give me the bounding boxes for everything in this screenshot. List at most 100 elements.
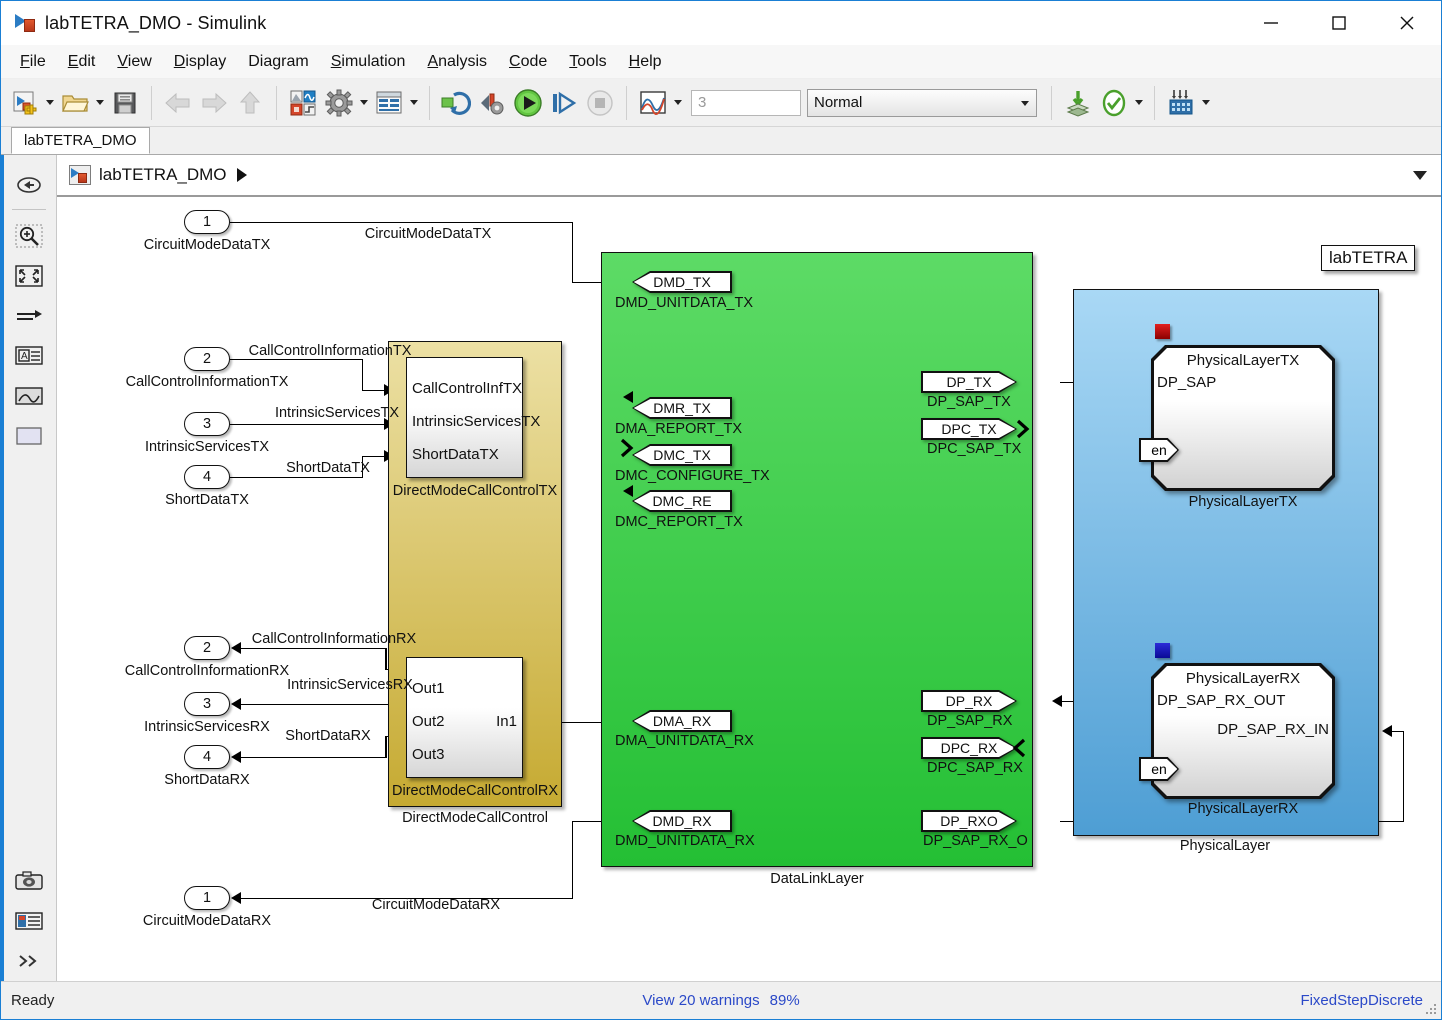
subsystem-physicallayer-caption: PhysicalLayer xyxy=(1179,838,1271,854)
new-model-dropdown-caret[interactable] xyxy=(43,83,57,123)
canvas-toolbar-rail: A xyxy=(1,155,57,981)
label-dmd-unitdata-tx: DMD_UNITDATA_TX xyxy=(615,295,754,311)
wire-ccirx-arrow xyxy=(231,642,241,654)
model-explorer-icon[interactable] xyxy=(371,83,407,123)
inport-4-shortdatatx[interactable]: 4 xyxy=(184,465,230,489)
sap-dmc-tx[interactable]: DMC_TX xyxy=(632,444,732,466)
block-physicallayertx-title: PhysicalLayerTX xyxy=(1186,352,1300,369)
minimize-button[interactable] xyxy=(1237,1,1305,45)
fit-to-view-icon[interactable] xyxy=(9,256,49,296)
step-forward-icon[interactable] xyxy=(546,83,582,123)
breadcrumb-arrow-icon[interactable] xyxy=(236,168,247,182)
scope-icon[interactable] xyxy=(635,83,671,123)
status-solver[interactable]: FixedStepDiscrete xyxy=(1300,992,1423,1009)
simulation-mode-select[interactable]: Normal xyxy=(807,88,1037,117)
enable-tag-rx[interactable]: en xyxy=(1139,757,1179,781)
outport-2-number: 2 xyxy=(202,640,212,656)
inport-1-number: 1 xyxy=(202,214,212,230)
annotation-labtetra[interactable]: labTETRA xyxy=(1321,245,1416,271)
sap-dp-rxo[interactable]: DP_RXO xyxy=(921,810,1017,832)
wire-circuitmodedatatx-h1 xyxy=(230,221,573,224)
simulink-model-icon xyxy=(15,13,37,33)
sap-dmc-re[interactable]: DMC_RE xyxy=(632,490,732,512)
status-zoom-level[interactable]: 89% xyxy=(770,992,800,1009)
inport-3-intrinsicservicestx[interactable]: 3 xyxy=(184,412,230,436)
sap-dpc-rx[interactable]: DPC_RX xyxy=(921,737,1017,759)
label-dmd-unitdata-rx: DMD_UNITDATA_RX xyxy=(615,833,755,849)
simulation-mode-value: Normal xyxy=(814,94,863,111)
model-explorer-dropdown-caret[interactable] xyxy=(407,83,421,123)
camera-icon[interactable] xyxy=(9,861,49,901)
menu-tools[interactable]: Tools xyxy=(558,49,617,75)
save-icon[interactable] xyxy=(107,83,143,123)
update-model-icon[interactable] xyxy=(438,83,474,123)
outport-3-intrinsicservicesrx[interactable]: 3 xyxy=(184,692,230,716)
gear-icon[interactable] xyxy=(321,83,357,123)
breadcrumb-dropdown-caret[interactable] xyxy=(1413,171,1427,180)
outport-2-callcontrolinformationrx[interactable]: 2 xyxy=(184,636,230,660)
label-dma-unitdata-rx: DMA_UNITDATA_RX xyxy=(615,733,754,749)
inport-1-circuitmodedatatx[interactable]: 1 xyxy=(184,210,230,234)
more-chevron-icon[interactable] xyxy=(9,941,49,981)
open-dropdown-caret[interactable] xyxy=(93,83,107,123)
tab-labtetra-dmo[interactable]: labTETRA_DMO xyxy=(11,127,150,154)
up-arrow-icon[interactable] xyxy=(232,83,268,123)
data-inspector-dropdown-caret[interactable] xyxy=(1199,83,1213,123)
forward-arrow-icon[interactable] xyxy=(196,83,232,123)
image-icon[interactable] xyxy=(9,376,49,416)
navigate-back-icon[interactable] xyxy=(9,165,49,205)
build-model-icon[interactable] xyxy=(1060,83,1096,123)
gear-dropdown-caret[interactable] xyxy=(357,83,371,123)
library-browser-icon[interactable] xyxy=(285,83,321,123)
zoom-in-icon[interactable] xyxy=(9,216,49,256)
sap-dmr-tx[interactable]: DMR_TX xyxy=(632,397,732,419)
maximize-button[interactable] xyxy=(1305,1,1373,45)
sap-dp-tx[interactable]: DP_TX xyxy=(921,371,1017,393)
port-out1: Out1 xyxy=(412,680,445,697)
sap-dmd-rx[interactable]: DMD_RX xyxy=(632,810,732,832)
menu-edit[interactable]: Edit xyxy=(57,49,107,75)
menu-display[interactable]: Display xyxy=(163,49,237,75)
stop-icon[interactable] xyxy=(582,83,618,123)
signal-route-icon[interactable] xyxy=(9,296,49,336)
check-model-dropdown-caret[interactable] xyxy=(1132,83,1146,123)
model-info-icon[interactable] xyxy=(9,901,49,941)
port-in1: In1 xyxy=(496,713,517,730)
enable-tag-tx[interactable]: en xyxy=(1139,438,1179,462)
outport-1-circuitmodedatarx[interactable]: 1 xyxy=(184,886,230,910)
outport-4-shortdatarx[interactable]: 4 xyxy=(184,745,230,769)
annotation-icon[interactable]: A xyxy=(9,336,49,376)
menu-view[interactable]: View xyxy=(106,49,162,75)
check-model-icon[interactable] xyxy=(1096,83,1132,123)
menu-help[interactable]: Help xyxy=(618,49,673,75)
chevron-down-icon xyxy=(1021,100,1029,106)
inport-2-callcontrolinformationtx[interactable]: 2 xyxy=(184,347,230,371)
sap-dmd-tx[interactable]: DMD_TX xyxy=(632,271,732,293)
close-button[interactable] xyxy=(1373,1,1441,45)
menu-simulation[interactable]: Simulation xyxy=(320,49,417,75)
data-inspector-icon[interactable] xyxy=(1163,83,1199,123)
resize-grip[interactable] xyxy=(1424,1002,1438,1016)
outport-4-label: ShortDataRX xyxy=(164,772,250,788)
port-shortdatatx: ShortDataTX xyxy=(412,446,499,463)
menu-file[interactable]: File xyxy=(9,49,57,75)
scope-dropdown-caret[interactable] xyxy=(671,83,685,123)
back-arrow-icon[interactable] xyxy=(160,83,196,123)
area-icon[interactable] xyxy=(9,416,49,456)
menu-diagram[interactable]: Diagram xyxy=(237,49,319,75)
sap-dma-rx[interactable]: DMA_RX xyxy=(632,710,732,732)
breadcrumb-path[interactable]: labTETRA_DMO xyxy=(99,165,227,185)
label-dp-sap-rx-o: DP_SAP_RX_O xyxy=(923,833,1028,849)
menu-analysis[interactable]: Analysis xyxy=(416,49,498,75)
stop-time-input[interactable] xyxy=(691,89,801,116)
sap-dpc-tx[interactable]: DPC_TX xyxy=(921,418,1017,440)
menu-code[interactable]: Code xyxy=(498,49,558,75)
open-folder-icon[interactable] xyxy=(57,83,93,123)
wire-circuitmodedatatx-v xyxy=(571,221,574,283)
status-warnings-link[interactable]: View 20 warnings xyxy=(642,992,759,1009)
fast-restart-icon[interactable] xyxy=(474,83,510,123)
model-canvas[interactable]: labTETRA DirectModeCallControl CallContr… xyxy=(57,197,1441,981)
new-model-icon[interactable] xyxy=(7,83,43,123)
sap-dp-rx[interactable]: DP_RX xyxy=(921,690,1017,712)
run-icon[interactable] xyxy=(510,83,546,123)
